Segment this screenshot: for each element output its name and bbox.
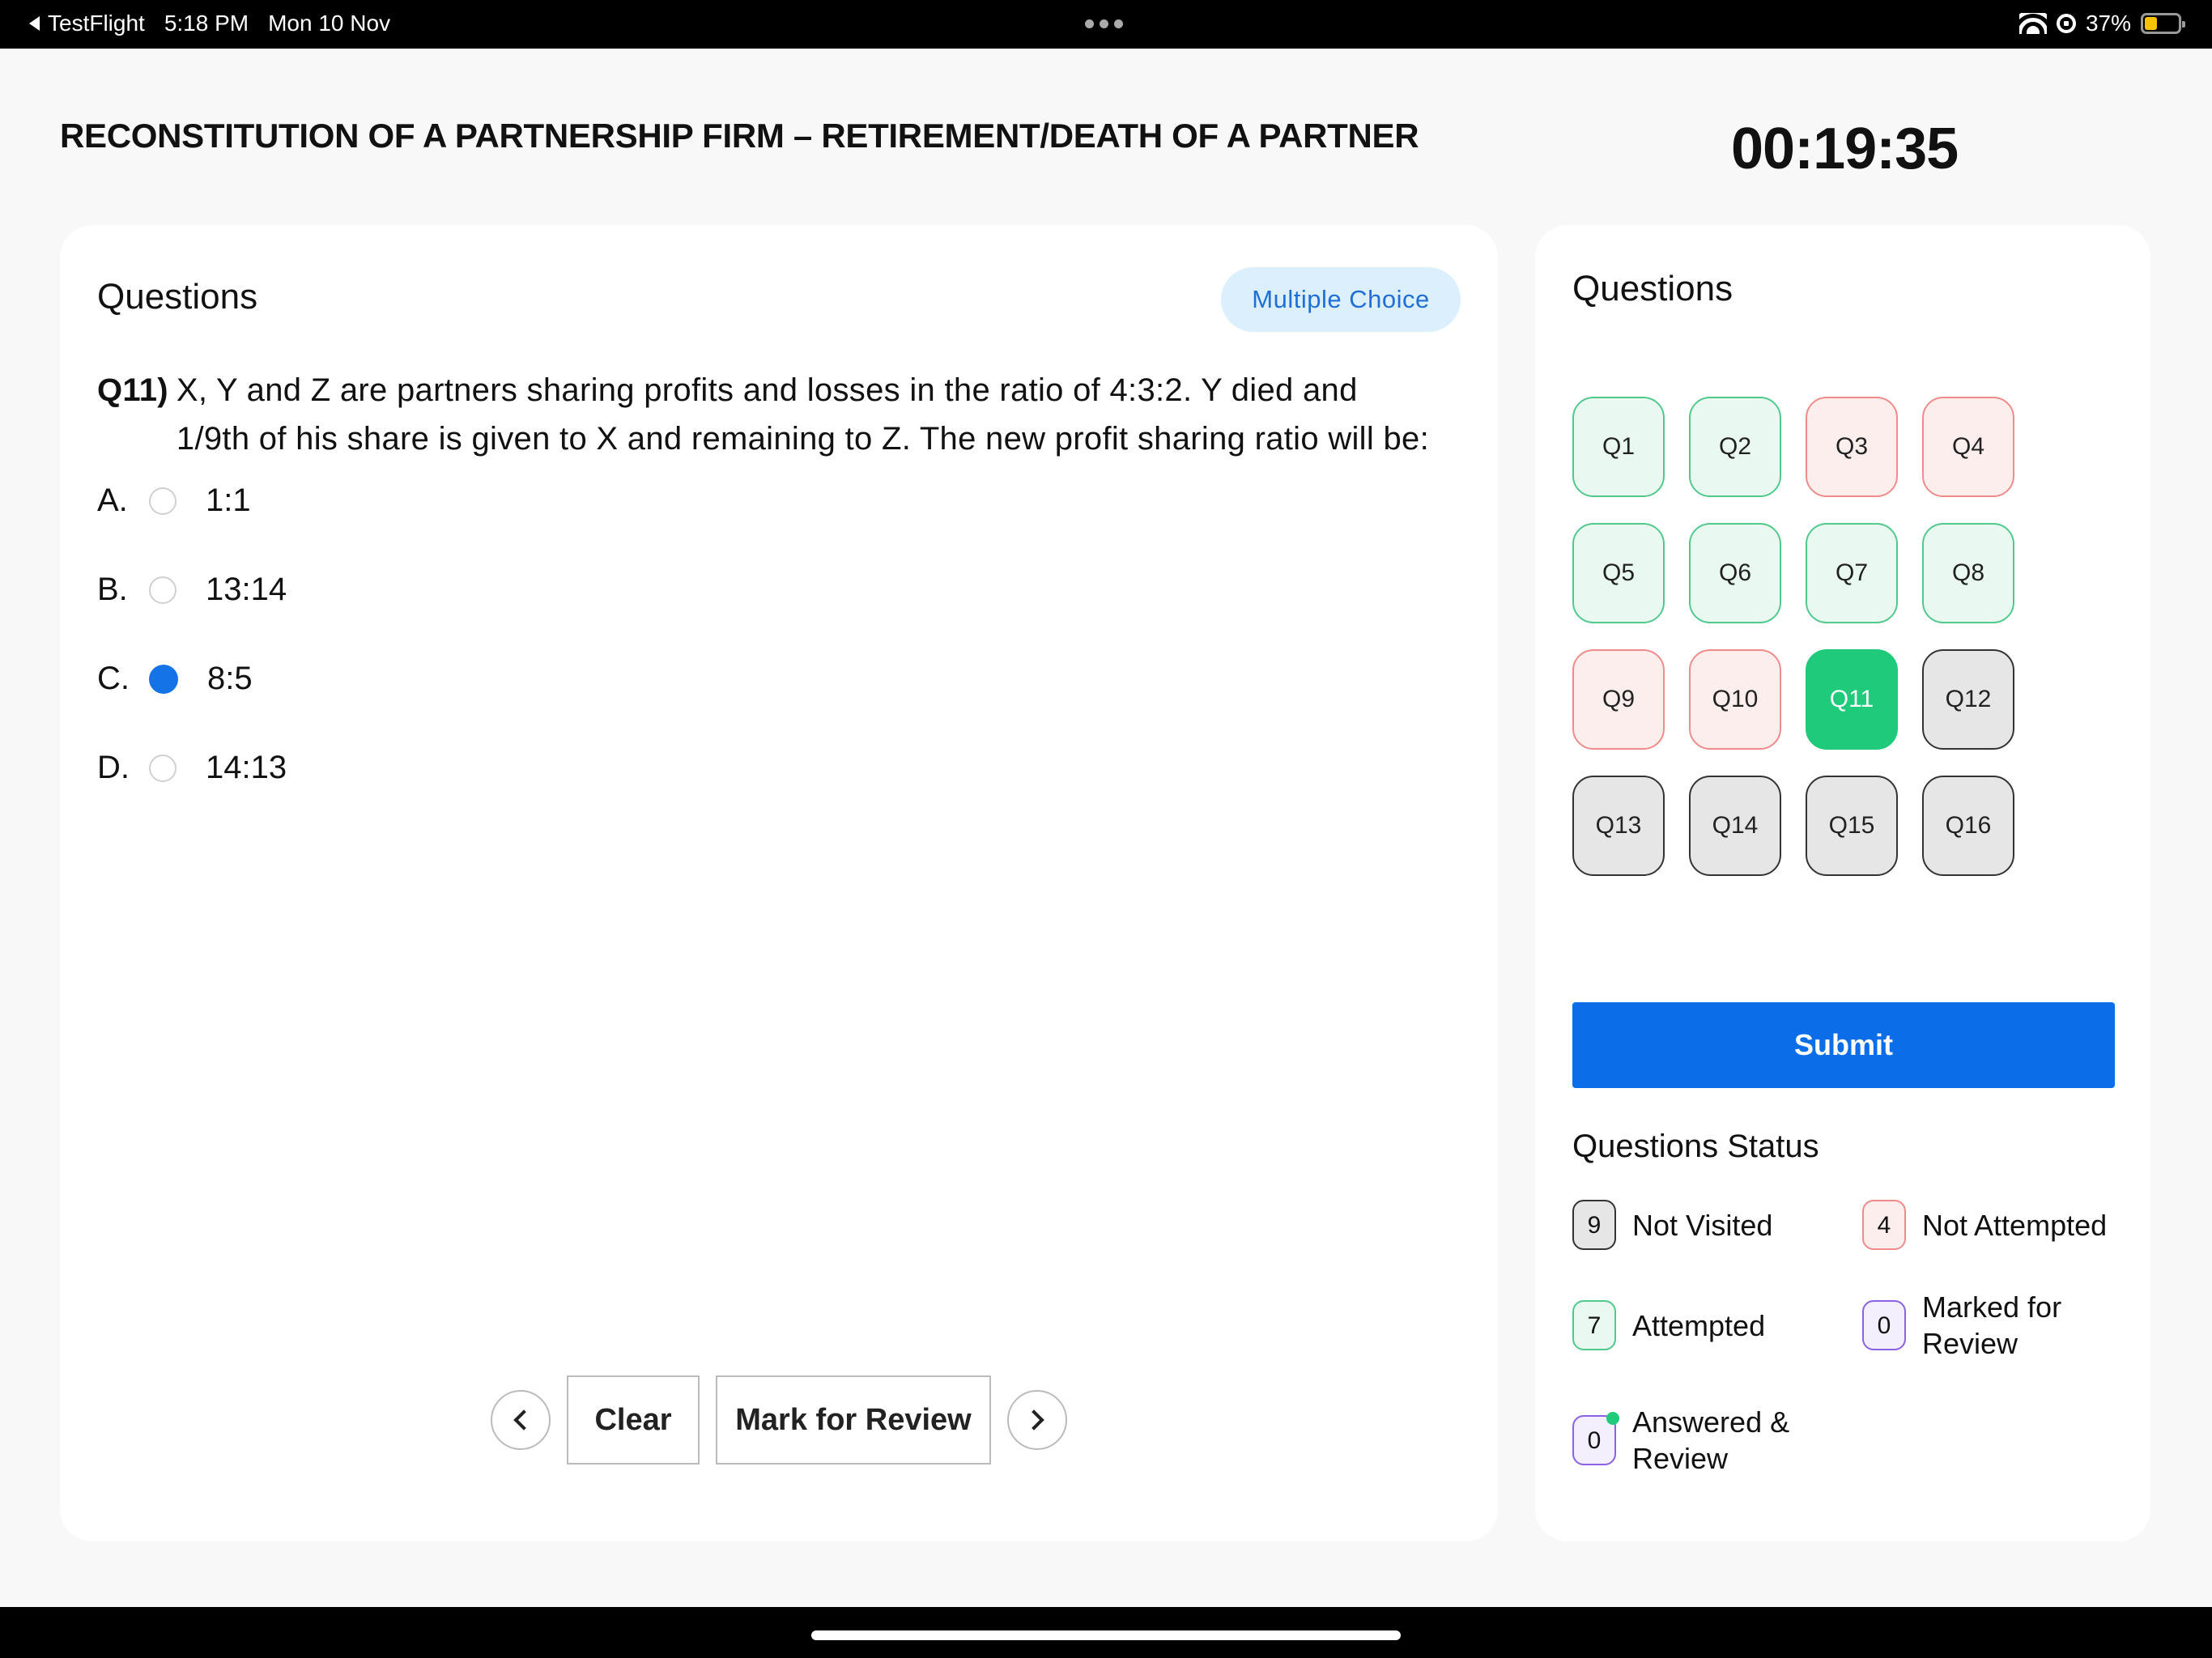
- question-button-q7[interactable]: Q7: [1806, 523, 1898, 623]
- legend-marked-review: 0 Marked for Review: [1862, 1289, 2084, 1362]
- submit-button[interactable]: Submit: [1572, 1002, 2115, 1088]
- question-button-q11[interactable]: Q11: [1806, 649, 1898, 750]
- answered-review-count-text: 0: [1587, 1426, 1602, 1454]
- question-button-q10[interactable]: Q10: [1689, 649, 1781, 750]
- legend-attempted: 7 Attempted: [1572, 1300, 1765, 1350]
- back-app-label: TestFlight: [48, 11, 145, 36]
- status-date: Mon 10 Nov: [268, 11, 391, 36]
- option-text: 8:5: [207, 661, 253, 696]
- legend-answered-review: 0 Answered & Review: [1572, 1404, 1810, 1477]
- question-grid: Q1 Q2 Q3 Q4 Q5 Q6 Q7 Q8 Q9 Q10 Q11 Q12 Q13 Q14 Q15 Q16: [1572, 397, 2014, 876]
- question-button-q2[interactable]: Q2: [1689, 397, 1781, 497]
- option-letter: A.: [97, 483, 128, 518]
- wifi-icon: [2018, 13, 2047, 34]
- chevron-right-icon: [1023, 1409, 1044, 1431]
- not-visited-label: Not Visited: [1632, 1208, 1773, 1242]
- question-number: Q11): [97, 372, 168, 408]
- next-question-button[interactable]: [1007, 1390, 1067, 1450]
- question-button-q13[interactable]: Q13: [1572, 776, 1665, 876]
- option-letter: B.: [97, 572, 128, 607]
- option-text: 13:14: [206, 572, 287, 607]
- status-bar-left: TestFlight 5:18 PM Mon 10 Nov: [29, 11, 390, 36]
- option-text: 14:13: [206, 750, 287, 785]
- green-dot-icon: [1606, 1412, 1619, 1425]
- status-time: 5:18 PM: [164, 11, 249, 36]
- question-button-q1[interactable]: Q1: [1572, 397, 1665, 497]
- status-bar-right: 37%: [2018, 11, 2185, 36]
- question-button-q3[interactable]: Q3: [1806, 397, 1898, 497]
- questions-status-title: Questions Status: [1572, 1129, 1819, 1164]
- page-title: RECONSTITUTION OF A PARTNERSHIP FIRM – R…: [60, 117, 1419, 155]
- orientation-lock-icon: [2056, 14, 2076, 33]
- option-b[interactable]: B. 13:14: [97, 572, 287, 608]
- question-card: Questions Multiple Choice Q11) X, Y and …: [60, 225, 1498, 1541]
- question-text: X, Y and Z are partners sharing profits …: [176, 372, 1429, 457]
- navigator-title: Questions: [1572, 269, 1733, 308]
- battery-percent: 37%: [2085, 11, 2131, 36]
- countdown-timer: 00:19:35: [1731, 117, 1959, 181]
- not-attempted-label: Not Attempted: [1922, 1208, 2108, 1242]
- option-letter: C.: [97, 661, 130, 696]
- mark-for-review-button[interactable]: Mark for Review: [716, 1375, 991, 1465]
- question-button-q16[interactable]: Q16: [1922, 776, 2014, 876]
- option-text: 1:1: [206, 483, 251, 518]
- not-attempted-count: 4: [1862, 1200, 1906, 1250]
- answered-review-count: 0: [1572, 1412, 1619, 1465]
- option-a[interactable]: A. 1:1: [97, 483, 251, 519]
- option-radio[interactable]: [149, 754, 177, 782]
- back-arrow-icon: [29, 16, 40, 31]
- question-button-q14[interactable]: Q14: [1689, 776, 1781, 876]
- back-to-app-button[interactable]: TestFlight: [29, 11, 145, 36]
- legend-not-visited: 9 Not Visited: [1572, 1200, 1772, 1250]
- marked-review-count: 0: [1862, 1300, 1906, 1350]
- marked-review-label: Marked for Review: [1922, 1290, 2062, 1360]
- option-letter: D.: [97, 750, 130, 785]
- question-button-q9[interactable]: Q9: [1572, 649, 1665, 750]
- attempted-count: 7: [1572, 1300, 1616, 1350]
- attempted-label: Attempted: [1632, 1308, 1766, 1342]
- navigator-card: Questions Q1 Q2 Q3 Q4 Q5 Q6 Q7 Q8 Q9 Q10 Q11 Q12 Q13…: [1535, 225, 2150, 1541]
- question-button-q5[interactable]: Q5: [1572, 523, 1665, 623]
- clear-button[interactable]: Clear: [567, 1375, 700, 1465]
- question-button-q8[interactable]: Q8: [1922, 523, 2014, 623]
- not-visited-count: 9: [1572, 1200, 1616, 1250]
- question-card-title: Questions: [97, 277, 258, 317]
- legend-not-attempted: 4 Not Attempted: [1862, 1200, 2107, 1250]
- question-type-badge: Multiple Choice: [1221, 267, 1461, 332]
- option-c[interactable]: C. 8:5: [97, 661, 253, 697]
- option-radio[interactable]: [149, 664, 178, 694]
- question-block: Q11) X, Y and Z are partners sharing pro…: [97, 366, 1465, 463]
- question-button-q6[interactable]: Q6: [1689, 523, 1781, 623]
- question-button-q15[interactable]: Q15: [1806, 776, 1898, 876]
- option-radio[interactable]: [149, 487, 177, 515]
- chevron-left-icon: [513, 1409, 534, 1431]
- question-button-q12[interactable]: Q12: [1922, 649, 2014, 750]
- previous-question-button[interactable]: [491, 1390, 551, 1450]
- status-bar: TestFlight 5:18 PM Mon 10 Nov 37%: [0, 0, 2212, 49]
- option-radio[interactable]: [149, 576, 177, 604]
- battery-icon: [2141, 13, 2185, 34]
- question-button-q4[interactable]: Q4: [1922, 397, 2014, 497]
- home-indicator[interactable]: [811, 1630, 1401, 1640]
- option-d[interactable]: D. 14:13: [97, 750, 287, 786]
- multitasking-dots-icon[interactable]: [1085, 19, 1123, 28]
- answered-review-label: Answered & Review: [1632, 1405, 1790, 1475]
